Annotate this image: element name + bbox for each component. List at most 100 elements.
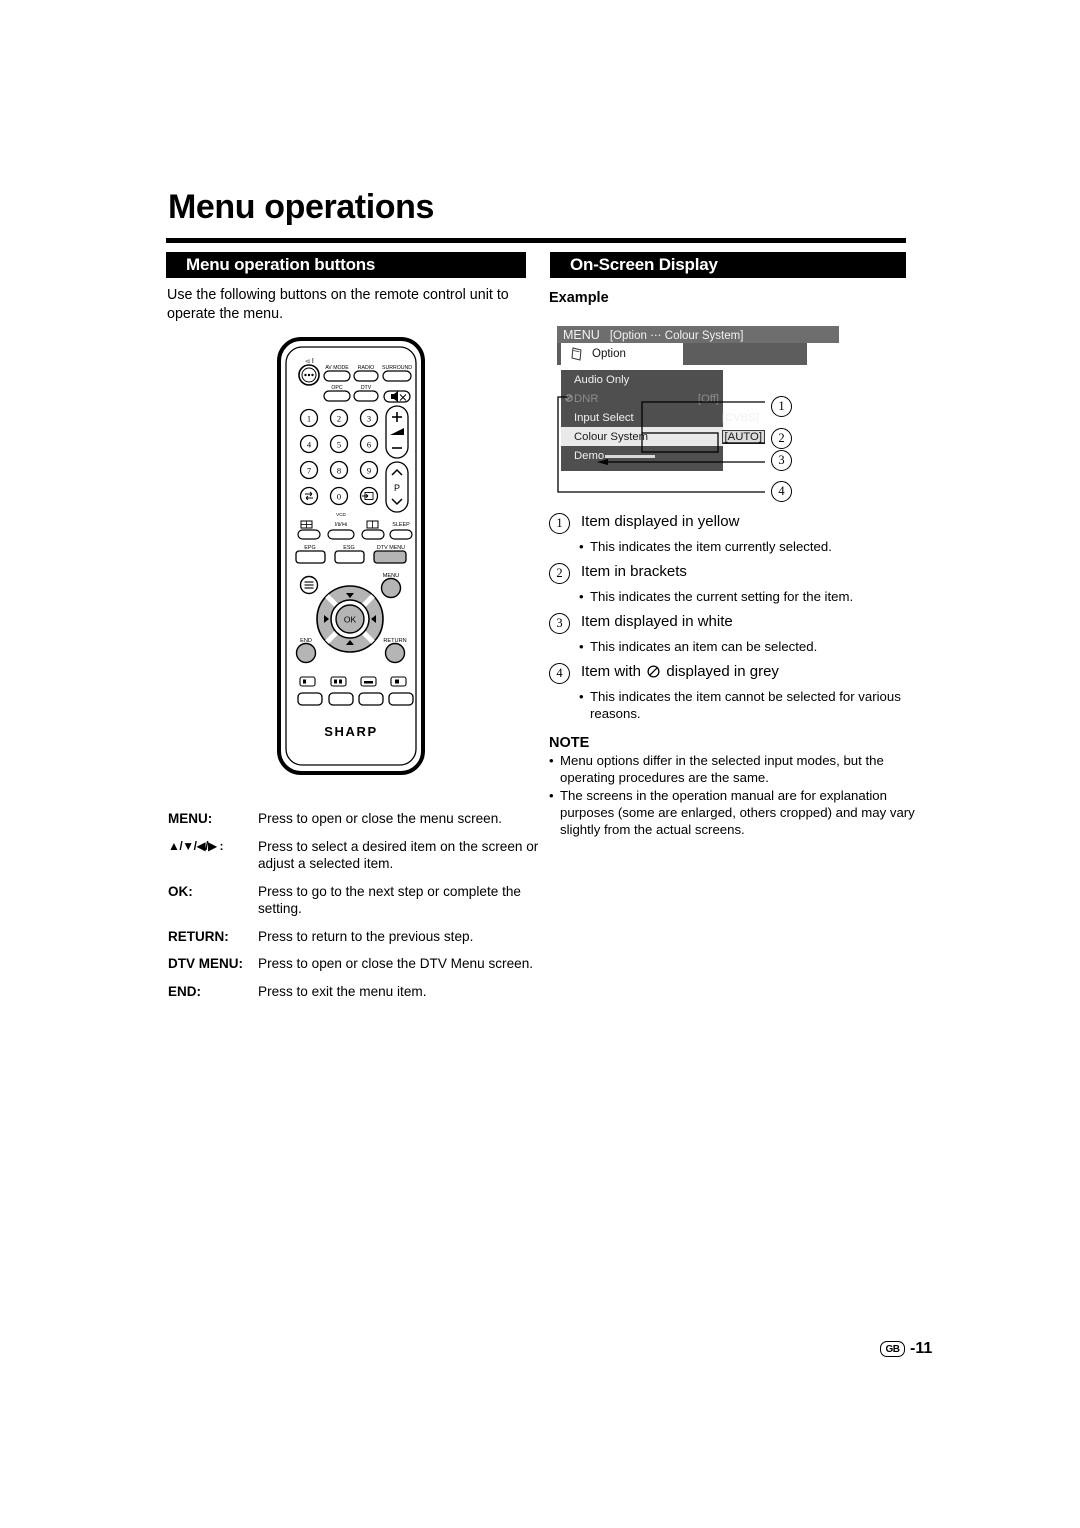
list-button [299,575,319,595]
mute-button [383,390,411,403]
section-header-on-screen-display: On-Screen Display [550,252,906,278]
button-key-description: Press to open or close the DTV Menu scre… [258,956,534,971]
page-title: Menu operations [168,188,435,226]
callout-number-2: 2 [771,428,792,449]
section-header-right-label: On-Screen Display [570,255,718,274]
bullet-dot: • [549,788,554,803]
note-item-text: The screens in the operation manual are … [560,788,915,837]
explanation-title: Item with displayed in grey [581,662,779,681]
svg-text:OPC: OPC [331,385,342,391]
svg-text:2: 2 [337,413,341,423]
region-badge: GB [880,1341,905,1357]
svg-text:SLEEP: SLEEP [392,522,410,528]
explanation-item: 2 Item in brackets • This indicates the cur… [549,562,917,605]
note-heading: NOTE [549,735,590,751]
button-key-label: ▲/▼/◀/▶ : [168,838,224,853]
explanation-bullet: • This indicates the item cannot be selec… [579,688,917,722]
explanation-title: Item displayed in yellow [581,513,740,530]
note-item-list: • Menu options differ in the selected inp… [549,752,921,838]
explanation-item: 1 Item displayed in yellow • This indicates… [549,512,917,555]
explanation-bullet-text: This indicates an item can be selected. [590,639,818,654]
button-description-row: MENU: Press to open or close the menu scr… [168,810,540,828]
svg-text:ESG: ESG [343,545,354,551]
callout-leader-lines [557,396,765,493]
svg-text:EPG: EPG [304,545,315,551]
surround-button [382,370,412,382]
explanation-title-after: displayed in grey [666,663,779,680]
explanation-bullet-text: This indicates the item currently select… [590,539,832,554]
svg-text:5: 5 [337,439,341,449]
svg-text:RADIO: RADIO [358,365,374,371]
svg-text:8: 8 [337,465,341,475]
svg-text:DTV: DTV [361,385,372,391]
section-header-menu-operation-buttons: Menu operation buttons [166,252,526,278]
bullet-dot: • [579,539,584,554]
remote-svg: ⏿ I AV MODE RADIO SURROUND OPC DTV 1 2 3… [277,337,425,775]
explanation-head: 2 Item in brackets [549,562,917,584]
svg-text:VCD: VCD [336,512,346,517]
button-key-description: Press to go to the next step or complete… [258,883,521,917]
callout-number-1: 1 [771,396,792,417]
explanation-number: 3 [549,613,570,634]
explanation-title: Item displayed in white [581,613,733,630]
explanation-head: 1 Item displayed in yellow [549,512,917,534]
explanation-bullet: • This indicates the current setting for … [579,588,917,605]
button-description-row: RETURN: Press to return to the previous s… [168,928,540,946]
epg-esg-dtvmenu-row: EPG ESG DTV MENU [295,545,407,564]
explanation-number: 4 [549,663,570,684]
svg-text:OK: OK [344,615,357,625]
svg-text:3: 3 [367,413,371,423]
explanation-item: 4 Item with displayed in grey • This indica… [549,662,917,722]
dtv-button [353,390,379,402]
button-key-description: Press to return to the previous step. [258,928,474,944]
svg-text:I/Ⅱ/I•Ⅱ: I/Ⅱ/I•Ⅱ [335,522,348,528]
button-key-label: MENU: [168,811,213,826]
explanation-head: 4 Item with displayed in grey [549,662,917,684]
button-description-row: OK: Press to go to the next step or compl… [168,883,540,918]
svg-text:0: 0 [337,491,341,501]
explanation-bullet-text: This indicates the current setting for t… [590,589,854,604]
callout-number-3: 3 [771,450,792,471]
explanation-number: 1 [549,513,570,534]
flashback-button [299,486,319,506]
note-item: • Menu options differ in the selected inp… [549,752,921,786]
av-mode-button [323,370,351,382]
prohibited-icon [647,664,660,678]
explanation-list: 1 Item displayed in yellow • This indicates… [549,512,917,729]
button-key-label: DTV MENU: [168,956,243,971]
svg-text:1: 1 [307,413,311,423]
button-key-label: END: [168,983,201,999]
svg-text:SURROUND: SURROUND [382,365,412,371]
title-rule [166,238,906,243]
svg-text:7: 7 [307,465,311,475]
svg-text:DTV MENU: DTV MENU [377,545,405,551]
explanation-head: 3 Item displayed in white [549,612,917,634]
button-key-label: OK: [168,883,193,899]
explanation-bullet-text: This indicates the item cannot be select… [590,689,901,721]
button-description-table: MENU: Press to open or close the menu scr… [168,810,540,1010]
button-description-row: DTV MENU: Press to open or close the DTV … [168,955,540,973]
bullet-dot: • [579,689,584,704]
bullet-dot: • [579,639,584,654]
explanation-title-before: Item with [581,663,642,680]
menu-button: MENU [380,573,402,599]
explanation-number: 2 [549,563,570,584]
example-label: Example [549,290,609,306]
explanation-title: Item in brackets [581,563,687,580]
note-block: NOTE • Menu options differ in the selecte… [549,735,921,839]
page-footer: GB -11 [880,1340,932,1358]
button-key-description: Press to exit the menu item. [258,983,427,999]
bullet-dot: • [579,589,584,604]
volume-rocker [385,405,409,459]
manual-page: Menu operations Menu operation buttons O… [0,0,1080,1528]
remote-brand-logo: SHARP [324,724,378,739]
svg-text:P: P [394,483,400,493]
radio-button [353,370,379,382]
bullet-dot: • [549,753,554,768]
callout-number-4: 4 [771,481,792,502]
section-header-left-label: Menu operation buttons [186,255,376,274]
button-key-description: Press to select a desired item on the sc… [258,838,539,872]
button-key-label: RETURN: [168,928,229,944]
svg-text:6: 6 [367,439,371,449]
svg-text:9: 9 [367,465,371,475]
